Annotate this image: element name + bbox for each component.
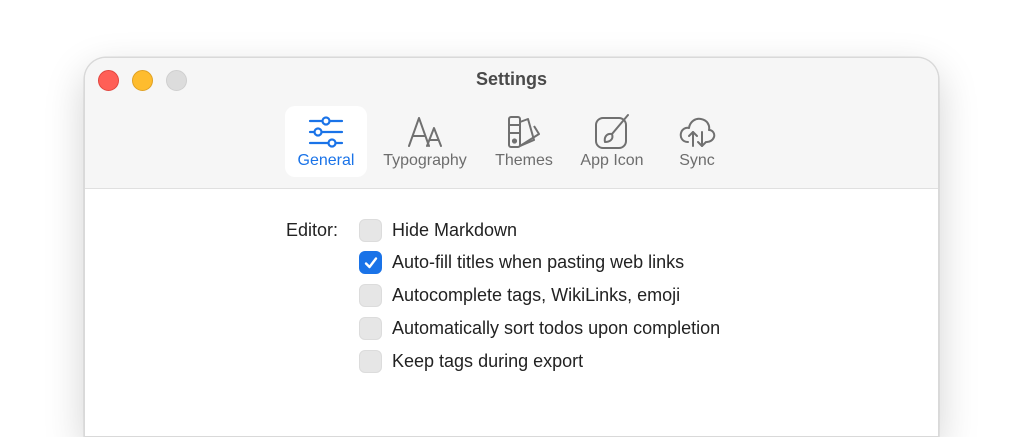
sliders-icon (306, 112, 346, 152)
tab-themes-label: Themes (495, 152, 553, 169)
tab-app-icon[interactable]: App Icon (572, 106, 652, 177)
swatches-icon (504, 112, 544, 152)
tab-sync-label: Sync (679, 152, 715, 169)
typography-icon (405, 112, 445, 152)
cloud-sync-icon (677, 112, 717, 152)
general-settings-panel: Editor: Hide Markdown Auto-fill titles w… (85, 189, 938, 436)
paintbrush-icon (592, 112, 632, 152)
auto-fill-titles-label: Auto-fill titles when pasting web links (392, 252, 685, 272)
autocomplete-checkbox[interactable] (359, 284, 382, 307)
keep-tags-checkbox[interactable] (359, 350, 382, 373)
window-title: Settings (475, 69, 547, 89)
tab-general[interactable]: General (285, 106, 367, 177)
tab-typography-label: Typography (383, 152, 467, 169)
checkmark-icon (364, 257, 378, 269)
sort-todos-label: Automatically sort todos upon completion (392, 318, 721, 338)
hide-markdown-checkbox[interactable] (359, 219, 382, 242)
tab-sync[interactable]: Sync (661, 106, 733, 177)
editor-section-label: Editor: (286, 220, 339, 240)
keep-tags-label: Keep tags during export (392, 351, 584, 371)
autocomplete-label: Autocomplete tags, WikiLinks, emoji (392, 285, 681, 305)
settings-window: Settings General Typography Themes App I… (84, 57, 939, 437)
tab-typography[interactable]: Typography (375, 106, 475, 177)
sort-todos-checkbox[interactable] (359, 317, 382, 340)
hide-markdown-label: Hide Markdown (392, 220, 518, 240)
titlebar: Settings General Typography Themes App I… (85, 58, 938, 189)
tab-general-label: General (297, 152, 355, 169)
tab-themes[interactable]: Themes (485, 106, 563, 177)
auto-fill-titles-checkbox[interactable] (359, 251, 382, 274)
tab-app-icon-label: App Icon (580, 152, 644, 169)
